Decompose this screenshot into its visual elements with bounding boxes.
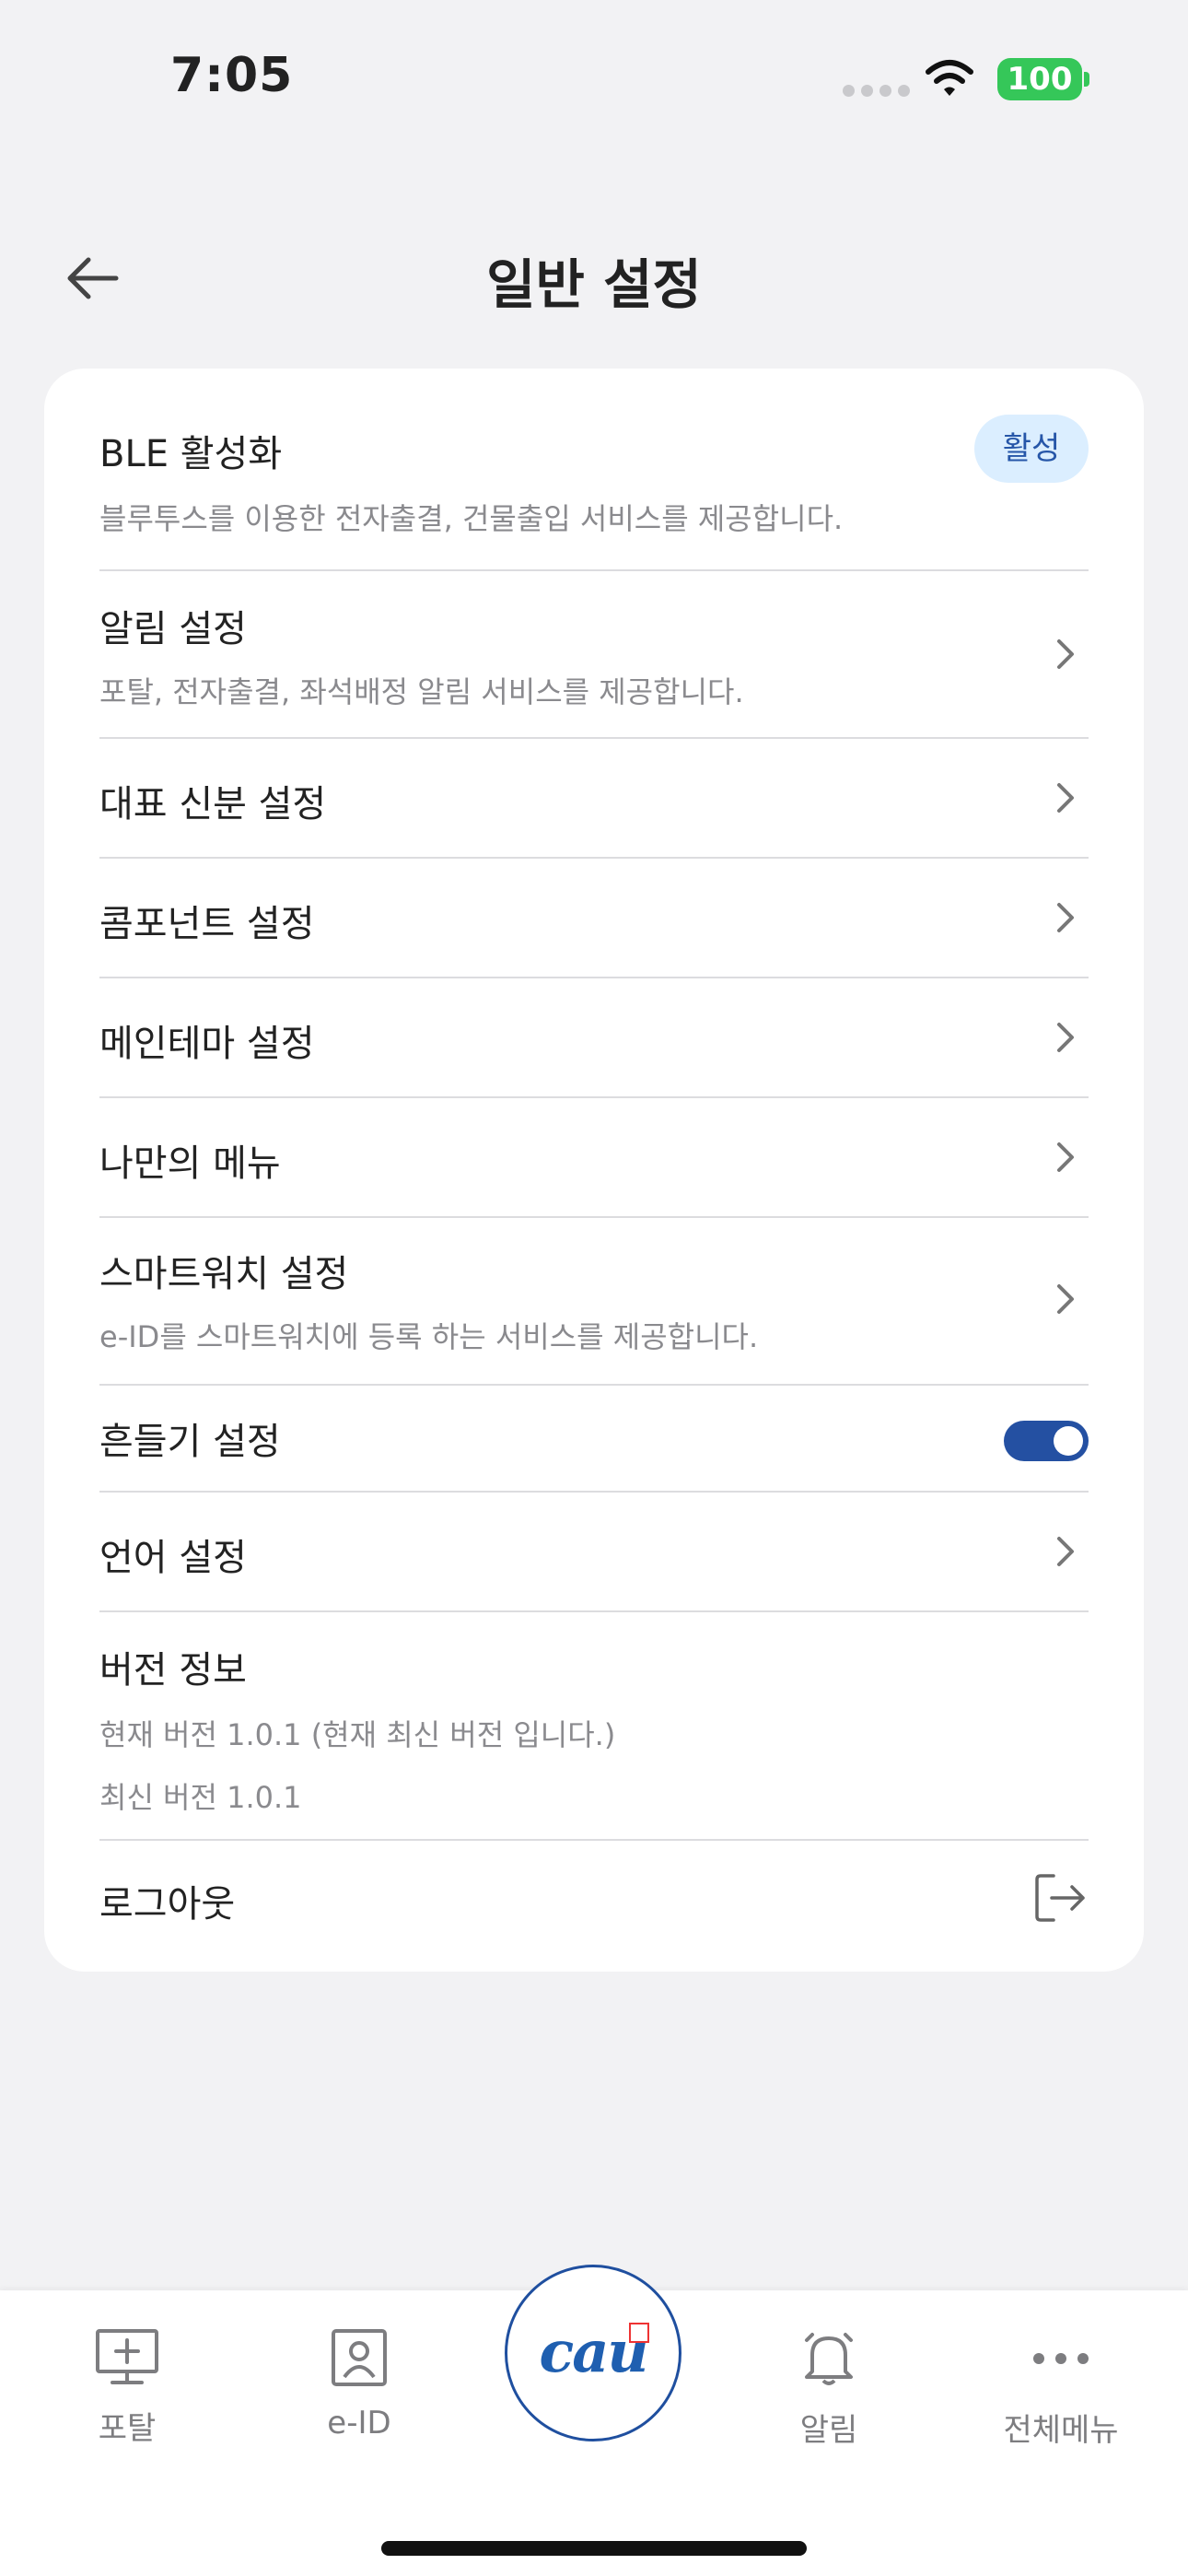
latest-version: 최신 버전 1.0.1 — [99, 1780, 302, 1815]
logout-row[interactable]: 로그아웃 — [99, 1841, 1089, 1951]
tab-portal[interactable]: 포탈 — [35, 2327, 219, 2448]
tab-eid-label: e-ID — [327, 2405, 391, 2441]
id-card-icon — [332, 2329, 387, 2386]
toggle-knob — [1054, 1426, 1083, 1456]
smartwatch-setting-row[interactable]: 스마트워치 설정 e-ID를 스마트워치에 등록 하는 서비스를 제공합니다. — [99, 1218, 1089, 1384]
chevron-right-icon — [1057, 903, 1074, 932]
version-title: 버전 정보 — [99, 1649, 247, 1692]
ble-setting-row: BLE 활성화 블루투스를 이용한 전자출결, 건물출입 서비스를 제공합니다.… — [99, 415, 1089, 536]
bell-icon — [805, 2333, 853, 2385]
ble-description: 블루투스를 이용한 전자출결, 건물출입 서비스를 제공합니다. — [99, 501, 844, 536]
current-version: 현재 버전 1.0.1 (현재 최신 버전 입니다.) — [99, 1717, 616, 1752]
logout-title: 로그아웃 — [99, 1883, 236, 1926]
identity-setting-row[interactable]: 대표 신분 설정 — [99, 739, 1089, 857]
shake-title: 흔들기 설정 — [99, 1421, 281, 1463]
page-title: 일반 설정 — [486, 253, 702, 316]
notification-title: 알림 설정 — [99, 608, 247, 650]
component-title: 콤포넌트 설정 — [99, 903, 315, 945]
navigation-bar: 일반 설정 — [0, 221, 1188, 332]
more-dots-icon — [1033, 2353, 1089, 2364]
identity-title: 대표 신분 설정 — [99, 783, 327, 825]
tab-all-menu-label: 전체메뉴 — [1003, 2412, 1119, 2449]
chevron-right-icon — [1057, 1284, 1074, 1314]
notification-setting-row[interactable]: 알림 설정 포탈, 전자출결, 좌석배정 알림 서비스를 제공합니다. — [99, 590, 1089, 728]
smartwatch-title: 스마트워치 설정 — [99, 1253, 349, 1295]
chevron-right-icon — [1057, 1023, 1074, 1052]
theme-setting-row[interactable]: 메인테마 설정 — [99, 978, 1089, 1096]
shake-setting-row: 흔들기 설정 — [99, 1386, 1089, 1491]
shake-toggle[interactable] — [1004, 1421, 1089, 1461]
status-bar: 7:05 100 — [0, 0, 1188, 147]
battery-icon: 100 — [997, 58, 1082, 100]
portal-monitor-icon — [96, 2329, 158, 2384]
divider — [99, 569, 1089, 571]
status-time: 7:05 — [170, 48, 294, 103]
tab-alarm-label: 알림 — [799, 2412, 858, 2449]
wifi-icon — [926, 60, 973, 96]
tab-portal-label: 포탈 — [98, 2410, 157, 2447]
component-setting-row[interactable]: 콤포넌트 설정 — [99, 859, 1089, 977]
ble-status-badge[interactable]: 활성 — [974, 415, 1089, 483]
my-menu-title: 나만의 메뉴 — [99, 1142, 281, 1185]
chevron-right-icon — [1057, 1537, 1074, 1566]
battery-tip — [1084, 72, 1089, 87]
cellular-signal-icon — [843, 85, 910, 97]
tab-all-menu[interactable]: 전체메뉴 — [969, 2327, 1153, 2450]
language-setting-row[interactable]: 언어 설정 — [99, 1493, 1089, 1610]
tab-alarm[interactable]: 알림 — [737, 2327, 921, 2450]
language-title: 언어 설정 — [99, 1537, 247, 1579]
chevron-right-icon — [1057, 783, 1074, 813]
home-indicator[interactable] — [381, 2541, 807, 2556]
notification-description: 포탈, 전자출결, 좌석배정 알림 서비스를 제공합니다. — [99, 674, 744, 709]
ble-title: BLE 활성화 — [99, 433, 283, 475]
my-menu-setting-row[interactable]: 나만의 메뉴 — [99, 1098, 1089, 1216]
smartwatch-description: e-ID를 스마트워치에 등록 하는 서비스를 제공합니다. — [99, 1319, 759, 1354]
version-info-row: 버전 정보 현재 버전 1.0.1 (현재 최신 버전 입니다.) 최신 버전 … — [99, 1612, 1089, 1839]
logo-mark-icon — [629, 2323, 649, 2343]
chevron-right-icon — [1057, 1142, 1074, 1172]
theme-title: 메인테마 설정 — [99, 1023, 315, 1065]
cau-logo: cau — [539, 2318, 648, 2385]
tab-eid[interactable]: e-ID — [267, 2327, 451, 2441]
settings-card: BLE 활성화 블루투스를 이용한 전자출결, 건물출입 서비스를 제공합니다.… — [44, 369, 1144, 1972]
chevron-right-icon — [1057, 639, 1074, 669]
cau-home-button[interactable]: cau — [505, 2265, 681, 2441]
logout-icon — [1035, 1874, 1085, 1922]
